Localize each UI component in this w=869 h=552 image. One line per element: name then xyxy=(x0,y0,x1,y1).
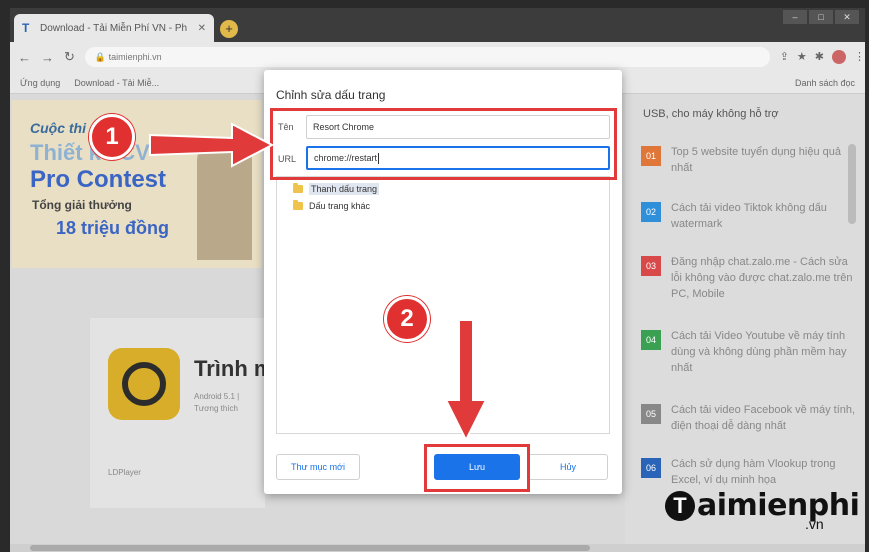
tab-close-icon[interactable]: ✕ xyxy=(198,23,206,34)
dialog-title: Chỉnh sửa dấu trang xyxy=(276,88,386,102)
new-folder-button[interactable]: Thư mục mới xyxy=(276,454,360,480)
contest-banner[interactable]: Cuộc thi Thiết kế CV Pro Contest Tổng gi… xyxy=(12,100,262,268)
bookmark-apps[interactable]: Ứng dụng xyxy=(20,78,60,88)
highlight-fields-box xyxy=(270,108,617,180)
star-icon[interactable]: ★ xyxy=(797,50,807,64)
folder-item-bookmarks-bar[interactable]: Thanh dấu trang xyxy=(293,183,380,195)
article-number-badge: 03 xyxy=(641,256,661,276)
highlight-save-box xyxy=(424,444,530,492)
back-icon[interactable]: ← xyxy=(18,50,31,65)
forward-icon[interactable]: → xyxy=(41,50,54,65)
sidebar-article[interactable]: 04 Cách tải Video Youtube về máy tính dù… xyxy=(641,328,861,376)
article-number-badge: 04 xyxy=(641,330,661,350)
article-number-badge: 02 xyxy=(641,202,661,222)
article-link[interactable]: Cách sử dụng hàm Vlookup trong Excel, ví… xyxy=(671,456,861,488)
address-bar[interactable]: 🔒 taimienphi.vn xyxy=(84,47,770,67)
article-number-badge: 01 xyxy=(641,146,661,166)
banner-line5: 18 triệu đồng xyxy=(56,218,170,238)
sidebar-article[interactable]: 05 Cách tải video Facebook về máy tính, … xyxy=(641,402,861,434)
logo-mark-icon: T xyxy=(665,490,695,521)
article-link[interactable]: Cách tải Video Youtube về máy tính dùng … xyxy=(671,328,861,376)
share-icon[interactable]: ⇪ xyxy=(780,50,789,64)
banner-person-image xyxy=(197,140,252,260)
cancel-button[interactable]: Hủy xyxy=(528,454,608,480)
folder-tree: Thanh dấu trang Dấu trang khác xyxy=(276,176,610,434)
logo-text: aimienphi xyxy=(697,488,860,523)
maximize-icon[interactable]: □ xyxy=(809,10,833,24)
logo-domain: .vn xyxy=(805,516,824,532)
folder-item-other-bookmarks[interactable]: Dấu trang khác xyxy=(293,200,371,211)
minimize-icon[interactable]: – xyxy=(783,10,807,24)
app-card: Trình m Android 5.1 | Tương thích LDPlay… xyxy=(90,318,273,508)
sidebar-heading: USB, cho máy không hỗ trợ xyxy=(643,108,779,120)
ldplayer-app-icon xyxy=(108,348,180,420)
article-link[interactable]: Cách tải video Facebook về máy tính, điệ… xyxy=(671,402,861,434)
horizontal-scrollbar[interactable] xyxy=(10,544,865,552)
banner-line4: Tổng giải thưởng xyxy=(32,198,132,212)
sidebar-article[interactable]: 03 Đăng nhập chat.zalo.me - Cách sửa lỗi… xyxy=(641,254,861,302)
browser-toolbar: ← → ↻ 🔒 taimienphi.vn ⇪ ★ ✱ ⋮ xyxy=(10,42,865,72)
menu-icon[interactable]: ⋮ xyxy=(854,50,865,64)
banner-line1: Cuộc thi xyxy=(30,120,86,136)
article-number-badge: 05 xyxy=(641,404,661,424)
folder-label: Thanh dấu trang xyxy=(309,183,380,195)
profile-avatar[interactable] xyxy=(832,50,846,64)
folder-icon xyxy=(293,183,303,193)
title-bar: T Download - Tải Miễn Phí VN - Ph ✕ + – … xyxy=(10,8,865,42)
article-link[interactable]: Đăng nhập chat.zalo.me - Cách sửa lỗi kh… xyxy=(671,254,861,302)
step-2-badge: 2 xyxy=(384,296,430,342)
reload-icon[interactable]: ↻ xyxy=(64,49,75,65)
folder-label: Dấu trang khác xyxy=(309,201,371,211)
article-link[interactable]: Top 5 website tuyển dụng hiệu quả nhất xyxy=(671,144,861,176)
article-link[interactable]: Cách tải video Tiktok không dấu watermar… xyxy=(671,200,861,232)
step-1-badge: 1 xyxy=(89,114,135,160)
address-bar-url: taimienphi.vn xyxy=(108,52,162,62)
related-articles-sidebar: USB, cho máy không hỗ trợ 01 Top 5 websi… xyxy=(625,94,865,552)
close-window-icon[interactable]: ✕ xyxy=(835,10,859,24)
vertical-scrollbar[interactable] xyxy=(848,144,856,224)
app-title: Trình m xyxy=(194,356,274,381)
window-controls: – □ ✕ xyxy=(783,10,859,24)
app-footer: LDPlayer xyxy=(108,468,141,477)
banner-line3: Pro Contest xyxy=(30,166,167,193)
article-number-badge: 06 xyxy=(641,458,661,478)
bookmark-download[interactable]: Download - Tải Miễ... xyxy=(74,78,159,88)
taimienphi-logo: T aimienphi .vn xyxy=(665,488,860,532)
tab-title: Download - Tải Miễn Phí VN - Ph xyxy=(40,22,188,34)
extensions-icon[interactable]: ✱ xyxy=(815,50,824,64)
app-info-line1: Android 5.1 | xyxy=(194,392,240,401)
browser-tab[interactable]: T Download - Tải Miễn Phí VN - Ph ✕ xyxy=(14,14,214,42)
folder-icon xyxy=(293,200,303,210)
toolbar-icons: ⇪ ★ ✱ ⋮ xyxy=(780,50,865,64)
reading-list-button[interactable]: Danh sách đọc xyxy=(795,78,855,88)
sidebar-article[interactable]: 01 Top 5 website tuyển dụng hiệu quả nhấ… xyxy=(641,144,861,176)
tab-favicon-icon: T xyxy=(22,21,30,35)
sidebar-article[interactable]: 06 Cách sử dụng hàm Vlookup trong Excel,… xyxy=(641,456,861,488)
app-info-line2: Tương thích xyxy=(194,404,238,413)
new-tab-button[interactable]: + xyxy=(220,20,238,38)
sidebar-article[interactable]: 02 Cách tải video Tiktok không dấu water… xyxy=(641,200,861,232)
